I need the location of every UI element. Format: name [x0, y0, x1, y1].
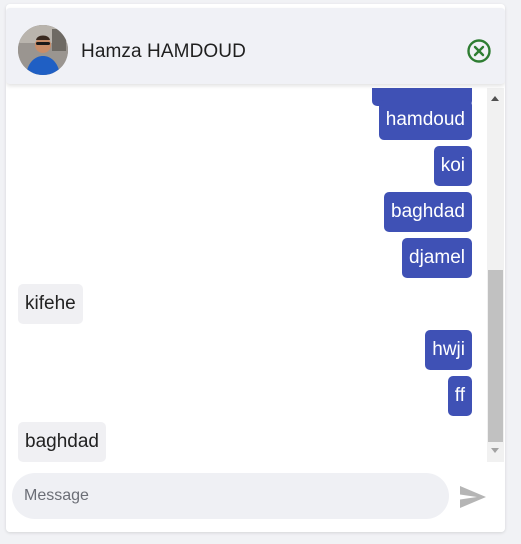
message-bubble-sent: ff — [447, 376, 472, 416]
message-bubble-sent: baghdad — [384, 192, 472, 232]
user-avatar-photo — [18, 25, 68, 75]
send-icon — [460, 486, 486, 508]
close-circle-icon — [467, 39, 491, 63]
chat-header: Hamza HAMDOUD — [6, 8, 505, 84]
message-bubble-sent: hwji — [425, 330, 472, 370]
messages-scrollbar[interactable] — [487, 88, 504, 462]
close-chat-button[interactable] — [466, 38, 492, 64]
scroll-thumb[interactable] — [488, 270, 503, 442]
message-bubble-sent: koi — [433, 146, 472, 186]
message-bubble-sent: djamel — [402, 238, 472, 278]
message-bubble-sent: hamdoud — [378, 100, 472, 140]
message-input[interactable] — [12, 473, 449, 519]
message-bubble-received: kifehe — [18, 284, 83, 324]
message-composer — [6, 462, 505, 532]
contact-name: Hamza HAMDOUD — [81, 41, 246, 62]
scroll-down-arrow-icon[interactable] — [491, 448, 499, 453]
message-bubble-received: baghdad — [18, 422, 106, 462]
send-button[interactable] — [458, 483, 488, 511]
scroll-up-arrow-icon[interactable] — [491, 96, 499, 101]
chat-window: Hamza HAMDOUD hamdoud koi baghdad djamel… — [6, 4, 505, 532]
messages-list[interactable]: hamdoud koi baghdad djamel kifehe hwji f… — [6, 88, 505, 462]
avatar[interactable] — [18, 25, 68, 75]
